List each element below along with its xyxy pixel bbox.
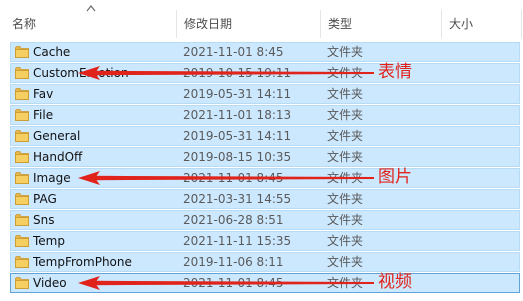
modified-date: 2021-11-01 8:45 [183,45,284,59]
file-row[interactable]: PAG 2021-03-31 14:55 文件夹 [10,189,520,209]
modified-date: 2019-05-31 14:11 [183,129,292,143]
column-header-name[interactable]: 名称 [12,16,36,32]
file-name: Video [33,276,67,290]
file-type: 文件夹 [327,213,364,227]
folder-icon [15,172,29,184]
file-row[interactable]: HandOff 2019-08-15 10:35 文件夹 [10,147,520,167]
file-size [441,190,501,208]
column-header-size[interactable]: 大小 [449,16,473,32]
file-row[interactable]: General 2019-05-31 14:11 文件夹 [10,126,520,146]
file-size [441,169,501,187]
folder-icon [15,256,29,268]
modified-date: 2019-08-15 10:35 [183,150,292,164]
file-row[interactable]: Image 2021-11-01 8:45 文件夹 [10,168,520,188]
file-name: Fav [33,87,54,101]
file-size [441,232,501,250]
file-type: 文件夹 [327,108,364,122]
file-type: 文件夹 [327,87,364,101]
file-size [441,85,501,103]
column-divider[interactable] [320,10,321,38]
modified-date: 2021-11-01 8:45 [183,171,284,185]
file-row[interactable]: TempFromPhone 2019-11-06 8:11 文件夹 [10,252,520,272]
file-name: General [33,129,81,143]
modified-date: 2021-11-01 8:45 [183,276,284,290]
modified-date: 2019-11-06 8:11 [183,255,284,269]
folder-icon [15,46,29,58]
folder-icon [15,277,29,289]
file-name: PAG [33,192,57,206]
file-size [441,148,501,166]
file-size [441,43,501,61]
column-header-type[interactable]: 类型 [328,16,352,32]
column-divider[interactable] [176,10,177,38]
column-header: 名称 修改日期 类型 大小 [0,0,523,40]
file-name: Image [33,171,71,185]
file-name: Temp [33,234,65,248]
file-name: HandOff [33,150,83,164]
file-size [441,274,501,292]
file-size [441,211,501,229]
annotation-label: 视频 [378,272,412,292]
folder-icon [15,67,29,79]
file-row[interactable]: Cache 2021-11-01 8:45 文件夹 [10,42,520,62]
folder-icon [15,130,29,142]
modified-date: 2021-11-01 18:13 [183,108,292,122]
file-size [441,127,501,145]
folder-icon [15,109,29,121]
file-row[interactable]: Sns 2021-06-28 8:51 文件夹 [10,210,520,230]
modified-date: 2019-05-31 14:11 [183,87,292,101]
annotation-label: 图片 [378,167,412,187]
file-explorer-details-view: 名称 修改日期 类型 大小 Cache 2021-11-01 8:45 文件夹 Cus… [0,0,523,301]
column-divider[interactable] [521,10,522,38]
file-type: 文件夹 [327,150,364,164]
file-name: CustomEmotion [33,66,129,80]
folder-icon [15,235,29,247]
file-type: 文件夹 [327,234,364,248]
file-row[interactable]: CustomEmotion 2019-10-15 19:11 文件夹 [10,63,520,83]
file-name: Sns [33,213,55,227]
file-name: Cache [33,45,71,59]
modified-date: 2021-11-11 15:35 [183,234,292,248]
folder-icon [15,214,29,226]
file-type: 文件夹 [327,192,364,206]
file-type: 文件夹 [327,45,364,59]
file-row[interactable]: Fav 2019-05-31 14:11 文件夹 [10,84,520,104]
folder-icon [15,193,29,205]
folder-icon [15,151,29,163]
column-header-date[interactable]: 修改日期 [184,16,232,32]
modified-date: 2021-06-28 8:51 [183,213,284,227]
file-name: TempFromPhone [33,255,132,269]
file-size [441,253,501,271]
chevron-up-icon [86,5,96,12]
column-divider[interactable] [441,10,442,38]
modified-date: 2021-03-31 14:55 [183,192,292,206]
folder-icon [15,88,29,100]
file-row[interactable]: File 2021-11-01 18:13 文件夹 [10,105,520,125]
file-row[interactable]: Temp 2021-11-11 15:35 文件夹 [10,231,520,251]
file-name: File [33,108,54,122]
modified-date: 2019-10-15 19:11 [183,66,292,80]
file-size [441,64,501,82]
annotation-label: 表情 [378,62,412,82]
file-type: 文件夹 [327,129,364,143]
file-size [441,106,501,124]
file-row[interactable]: Video 2021-11-01 8:45 文件夹 [10,273,520,293]
file-type: 文件夹 [327,255,364,269]
